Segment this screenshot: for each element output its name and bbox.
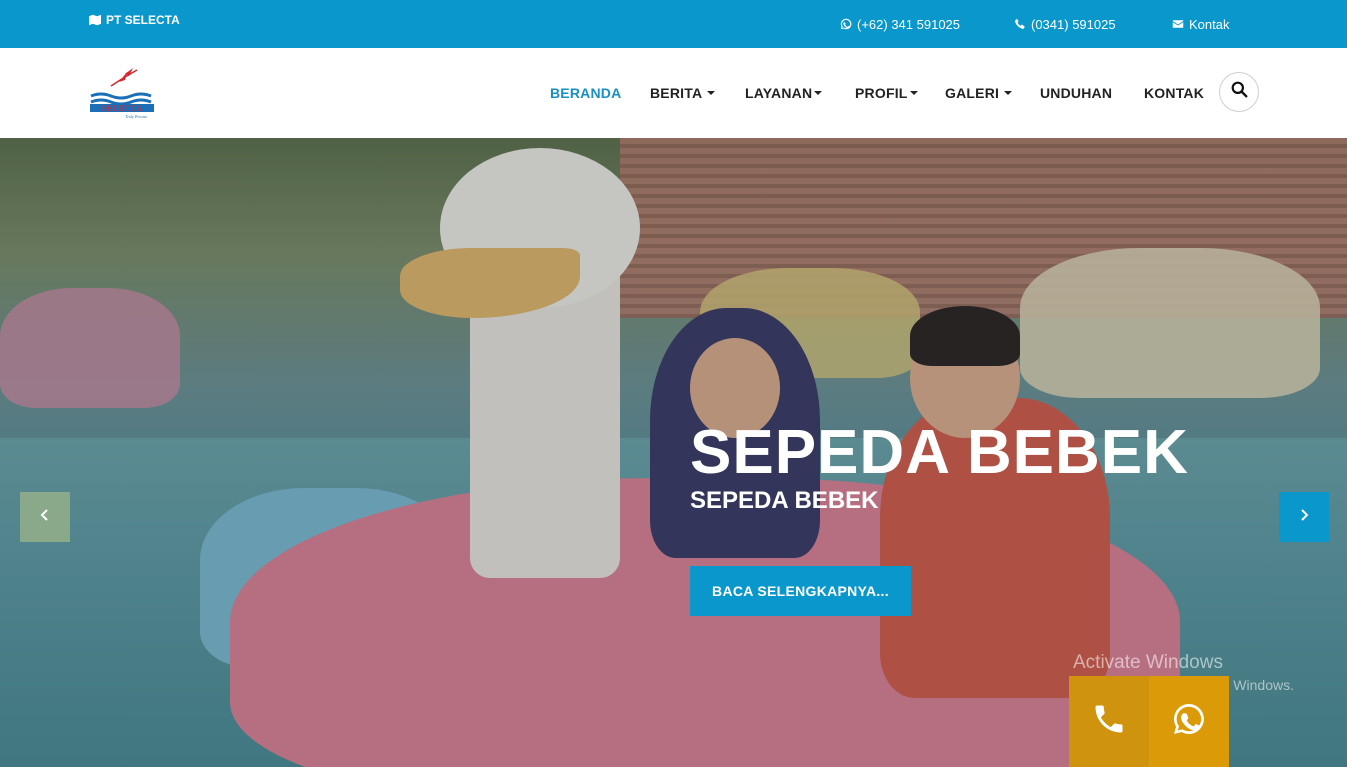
nav-galeri[interactable]: GALERI xyxy=(945,48,1013,138)
hero-caption: SEPEDA BEBEK SEPEDA BEBEK xyxy=(690,420,1189,516)
nav-beranda[interactable]: BERANDA xyxy=(550,48,621,138)
top-bar-brand: PT SELECTA xyxy=(89,0,180,44)
nav-profil[interactable]: PROFIL xyxy=(855,48,918,138)
hero-slider: SEPEDA BEBEK SEPEDA BEBEK BACA SELENGKAP… xyxy=(0,138,1347,767)
phone-icon xyxy=(1091,701,1127,742)
top-bar: PT SELECTA (+62) 341 591025 (0341) 59102… xyxy=(0,0,1347,48)
watermark-title: Activate Windows xyxy=(1073,652,1223,673)
top-bar-contact[interactable]: Kontak xyxy=(1172,0,1229,48)
selecta-logo[interactable]: SELECTA Truly Pesona xyxy=(89,62,157,120)
phone-number: (0341) 591025 xyxy=(1031,16,1116,32)
nav-profil-label: PROFIL xyxy=(855,85,908,101)
chevron-right-icon xyxy=(1297,508,1311,527)
floating-call-button[interactable] xyxy=(1069,676,1149,767)
nav-unduhan[interactable]: UNDUHAN xyxy=(1040,48,1112,138)
phone-icon xyxy=(1014,18,1026,30)
chevron-down-icon xyxy=(1004,91,1013,95)
nav-layanan-label: LAYANAN xyxy=(745,85,813,101)
main-navbar: SELECTA Truly Pesona BERANDA BERITA LAYA… xyxy=(0,48,1347,138)
floating-whatsapp-button[interactable] xyxy=(1149,676,1229,767)
nav-unduhan-label: UNDUHAN xyxy=(1040,85,1113,101)
chevron-down-icon xyxy=(814,91,823,95)
chevron-left-icon xyxy=(38,508,52,527)
brand-label: PT SELECTA xyxy=(106,13,180,27)
contact-label: Kontak xyxy=(1189,16,1230,32)
top-bar-phone[interactable]: (0341) 591025 xyxy=(1014,0,1116,48)
slider-next-button[interactable] xyxy=(1279,492,1329,542)
svg-text:Truly Pesona: Truly Pesona xyxy=(125,114,146,119)
slider-prev-button[interactable] xyxy=(20,492,70,542)
whatsapp-icon xyxy=(840,18,852,30)
nav-kontak-label: KONTAK xyxy=(1144,85,1205,101)
whatsapp-number: (+62) 341 591025 xyxy=(857,16,961,32)
nav-layanan[interactable]: LAYANAN xyxy=(745,48,823,138)
svg-text:SELECTA: SELECTA xyxy=(102,104,142,113)
search-icon xyxy=(1231,81,1248,103)
nav-beranda-label: BERANDA xyxy=(550,85,622,101)
hero-subtitle: SEPEDA BEBEK xyxy=(690,487,879,514)
search-button[interactable] xyxy=(1219,72,1259,112)
envelope-icon xyxy=(1172,18,1184,30)
chevron-down-icon xyxy=(909,91,918,95)
top-bar-whatsapp[interactable]: (+62) 341 591025 xyxy=(840,0,960,48)
hero-title: SEPEDA BEBEK xyxy=(690,418,1189,487)
read-more-button[interactable]: BACA SELENGKAPNYA... xyxy=(690,566,911,616)
chevron-down-icon xyxy=(707,91,716,95)
nav-berita-label: BERITA xyxy=(650,85,703,101)
map-icon xyxy=(89,14,101,26)
whatsapp-icon xyxy=(1171,701,1207,742)
nav-kontak[interactable]: KONTAK xyxy=(1144,48,1204,138)
nav-berita[interactable]: BERITA xyxy=(650,48,716,138)
nav-galeri-label: GALERI xyxy=(945,85,1000,101)
